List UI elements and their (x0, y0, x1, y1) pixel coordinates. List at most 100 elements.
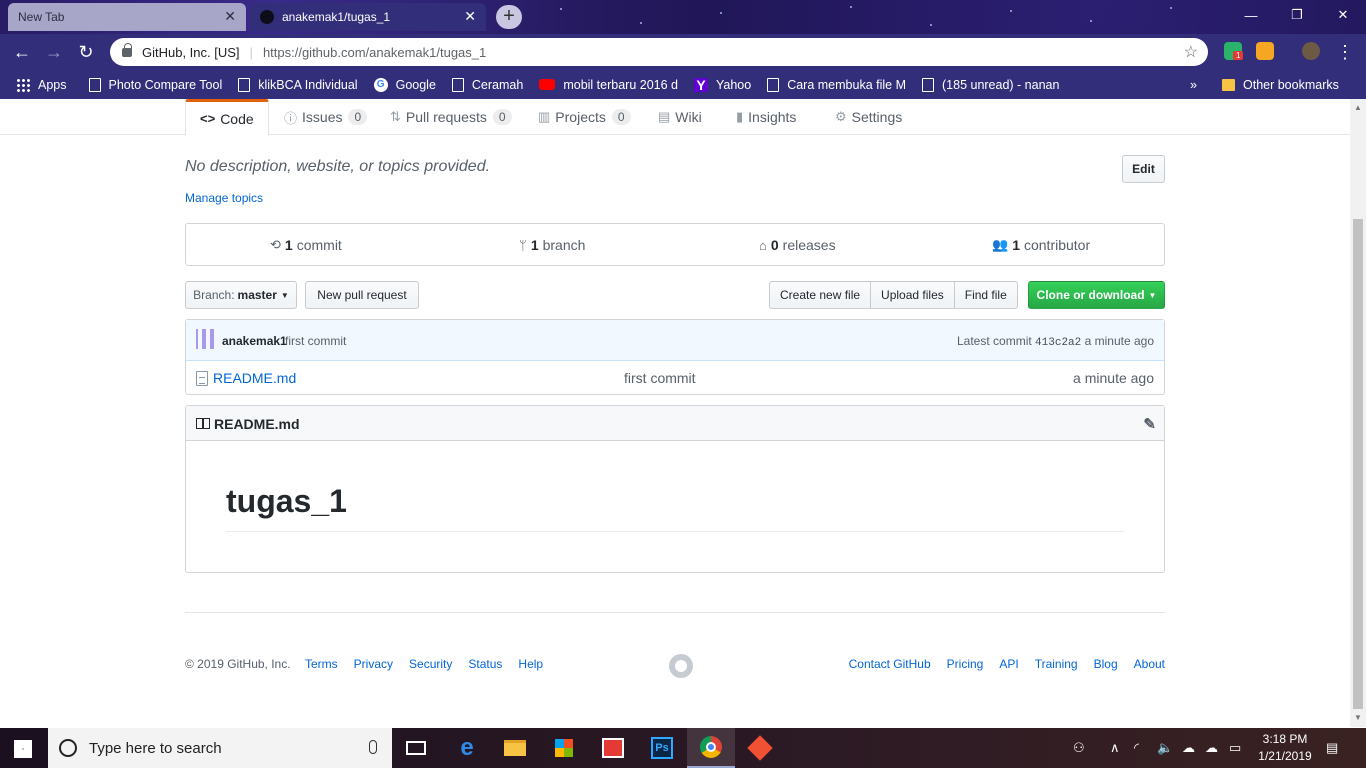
photoshop-icon[interactable]: Ps (638, 728, 686, 768)
tab-wiki[interactable]: ▤ Wiki (658, 99, 702, 135)
bookmark-item[interactable]: Ceramah (451, 77, 523, 92)
clock-time: 3:18 PM (1262, 732, 1308, 746)
tab-code[interactable]: <> Code (185, 99, 269, 136)
footer-link-training[interactable]: Training (1035, 657, 1078, 671)
footer-link-help[interactable]: Help (518, 657, 543, 671)
caret-down-icon: ▼ (280, 290, 289, 300)
create-new-file-button[interactable]: Create new file (769, 281, 872, 309)
footer-link-contact[interactable]: Contact GitHub (849, 657, 931, 671)
address-bar[interactable]: GitHub, Inc. [US] | https://github.com/a… (110, 38, 1208, 66)
github-mark-icon[interactable] (669, 654, 693, 678)
footer-link-privacy[interactable]: Privacy (354, 657, 393, 671)
new-tab-button[interactable]: + (496, 5, 522, 29)
tab-issues[interactable]: ⓘ Issues 0 (284, 99, 368, 135)
projects-counter: 0 (611, 109, 631, 125)
commits-summary[interactable]: ⟲ 1 commit (270, 237, 342, 253)
bookmark-item[interactable]: Cara membuka file M (767, 77, 906, 92)
window-close-icon[interactable]: ✕ (1320, 0, 1366, 30)
commit-sha[interactable]: 413c2a2 (1035, 337, 1081, 349)
scroll-down-icon[interactable]: ▼ (1354, 713, 1362, 722)
page-icon (922, 77, 934, 92)
cloud-icon[interactable]: ☁ (1182, 740, 1195, 756)
tab-pull-requests[interactable]: ⇅ Pull requests 0 (390, 99, 512, 135)
action-center-icon[interactable]: ▤ (1326, 740, 1338, 756)
clone-label: Clone or download (1036, 288, 1145, 302)
close-tab-icon[interactable]: ✕ (464, 9, 476, 23)
scrollbar-thumb[interactable] (1353, 219, 1363, 709)
profile-avatar[interactable] (1302, 42, 1320, 60)
file-commit-message[interactable]: first commit (624, 370, 696, 386)
bookmarks-overflow-button[interactable]: » (1190, 78, 1197, 92)
tray-overflow-icon[interactable]: ∧ (1110, 740, 1120, 756)
store-icon[interactable] (540, 728, 588, 768)
extension-icon[interactable]: 1 (1224, 42, 1244, 60)
footer-link-api[interactable]: API (999, 657, 1018, 671)
commit-author[interactable]: anakemak1 (222, 334, 287, 348)
file-name-link[interactable]: README.md (213, 370, 296, 386)
wifi-icon[interactable]: ◜ (1134, 740, 1139, 756)
branch-select-button[interactable]: Branch: master ▼ (185, 281, 297, 309)
tab-repo[interactable]: anakemak1/tugas_1 ✕ (250, 3, 486, 31)
commit-message[interactable]: first commit (285, 334, 346, 348)
tab-projects[interactable]: ▥ Projects 0 (538, 99, 631, 135)
contributors-summary[interactable]: 👥 1 contributor (992, 237, 1090, 253)
minimize-icon[interactable]: — (1228, 0, 1274, 30)
releases-summary[interactable]: ⌂ 0 releases (759, 237, 836, 253)
tab-new-tab[interactable]: New Tab ✕ (8, 3, 246, 31)
footer-link-status[interactable]: Status (468, 657, 502, 671)
tab-insights[interactable]: ▮ Insights (736, 99, 796, 135)
branches-summary[interactable]: ᛘ 1 branch (519, 237, 585, 253)
edge-icon[interactable]: e (443, 728, 491, 768)
bookmark-item[interactable]: Photo Compare Tool (88, 77, 222, 92)
bookmark-apps[interactable]: Apps (16, 77, 67, 92)
footer-link-about[interactable]: About (1134, 657, 1165, 671)
tab-label: Wiki (675, 109, 702, 125)
gift-app-icon[interactable] (589, 728, 637, 768)
avatar[interactable] (196, 329, 216, 349)
bookmark-item[interactable]: Y Yahoo (693, 77, 751, 92)
git-app-icon[interactable] (736, 728, 784, 768)
bookmark-item[interactable]: klikBCA Individual (238, 77, 358, 92)
page-scrollbar[interactable]: ▲ ▼ (1350, 99, 1366, 727)
find-file-button[interactable]: Find file (953, 281, 1018, 309)
footer-link-pricing[interactable]: Pricing (947, 657, 984, 671)
system-clock[interactable]: 3:18 PM 1/21/2019 (1250, 731, 1320, 765)
shopping-extension-icon[interactable] (1256, 42, 1274, 60)
chrome-menu-icon[interactable]: ⋮ (1333, 40, 1357, 64)
tab-settings[interactable]: ⚙ Settings (835, 99, 902, 135)
bookmark-star-icon[interactable]: ☆ (1184, 42, 1198, 62)
omnibox-separator: | (249, 44, 253, 60)
reload-icon[interactable]: ↻ (74, 40, 98, 64)
tab-label: anakemak1/tugas_1 (282, 10, 391, 24)
windows-start-icon[interactable] (14, 740, 32, 758)
chrome-taskbar-icon[interactable] (687, 728, 735, 768)
upload-files-button[interactable]: Upload files (870, 281, 955, 309)
pull-request-icon: ⇅ (390, 109, 401, 124)
new-pull-request-button[interactable]: New pull request (305, 281, 419, 309)
restore-icon[interactable]: ❐ (1274, 0, 1320, 30)
microphone-icon[interactable] (369, 740, 377, 754)
bookmark-item[interactable]: (185 unread) - nanan (922, 77, 1059, 92)
people-icon[interactable]: ⚇ (1073, 740, 1085, 756)
taskbar-search-box[interactable]: Type here to search (48, 728, 392, 768)
manage-topics-link[interactable]: Manage topics (185, 191, 263, 205)
task-view-icon[interactable] (392, 728, 440, 768)
pencil-edit-icon[interactable]: ✎ (1143, 415, 1156, 433)
clone-or-download-button[interactable]: Clone or download ▼ (1028, 281, 1165, 309)
bookmark-item[interactable]: mobil terbaru 2016 d (539, 78, 678, 92)
scroll-up-icon[interactable]: ▲ (1354, 103, 1362, 112)
footer-link-blog[interactable]: Blog (1094, 657, 1118, 671)
close-tab-icon[interactable]: ✕ (224, 9, 236, 23)
edit-description-button[interactable]: Edit (1122, 155, 1165, 183)
volume-muted-icon[interactable]: 🔈 (1157, 740, 1173, 756)
bookmark-item[interactable]: G Google (373, 77, 436, 92)
footer-link-security[interactable]: Security (409, 657, 452, 671)
other-bookmarks[interactable]: Other bookmarks (1222, 78, 1339, 92)
battery-icon[interactable]: ▭ (1229, 740, 1241, 756)
url-text[interactable]: https://github.com/anakemak1/tugas_1 (263, 45, 486, 60)
forward-icon[interactable]: → (42, 40, 66, 64)
onedrive-icon[interactable]: ☁ (1205, 740, 1218, 756)
footer-link-terms[interactable]: Terms (305, 657, 338, 671)
back-icon[interactable]: ← (10, 40, 34, 64)
file-explorer-icon[interactable] (491, 728, 539, 768)
